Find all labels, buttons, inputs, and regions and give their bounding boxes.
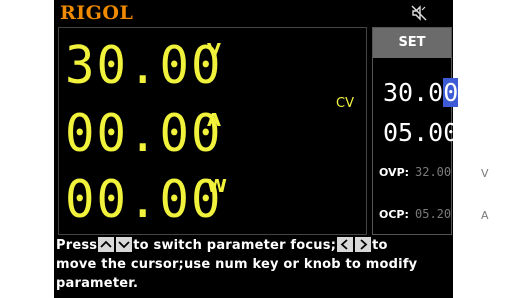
set-voltage-value: 30.0 [383, 78, 444, 107]
ocp-label: OCP: [379, 208, 409, 221]
power-supply-screen: RIGOL 30.00 V CV 00.00 A 00.00 W SET 30.… [54, 0, 489, 298]
help-line-3: parameter. [56, 276, 139, 291]
top-bar: RIGOL [54, 0, 453, 26]
help-line-2: move the cursor;use num key or knob to m… [56, 257, 418, 272]
ocp-unit: A [481, 209, 489, 222]
mode-indicator: CV [336, 96, 354, 111]
brand-logo: RIGOL [60, 2, 134, 24]
set-current-unit: A [475, 124, 486, 139]
current-reading: 00.00 [65, 103, 223, 164]
set-voltage-field[interactable]: 30.00 [383, 78, 459, 107]
help-to: to [372, 238, 388, 253]
mute-icon [410, 4, 428, 22]
voltage-reading: 30.00 [65, 35, 223, 96]
ovp-unit: V [481, 167, 489, 180]
measurement-panel: 30.00 V CV 00.00 A 00.00 W [58, 27, 367, 235]
set-panel: SET 30.00 V 05.00 A OVP: 32.00 V OCP: 05… [372, 27, 489, 235]
current-unit: A [207, 110, 221, 131]
power-reading: 00.00 [65, 169, 223, 230]
power-unit: W [207, 176, 227, 197]
set-header[interactable]: SET [373, 28, 451, 58]
set-voltage-unit: V [475, 84, 486, 99]
cursor-digit[interactable]: 0 [443, 78, 459, 107]
right-arrow-key-icon [355, 237, 372, 252]
set-current-field[interactable]: 05.00 [383, 120, 458, 145]
help-text: Press to switch parameter focus; to move t… [56, 236, 453, 293]
ocp-value[interactable]: 05.20 [415, 207, 451, 221]
voltage-unit: V [207, 40, 221, 61]
ovp-label: OVP: [379, 166, 410, 179]
ovp-value[interactable]: 32.00 [415, 165, 451, 179]
help-switch-focus: to switch parameter focus; [133, 238, 337, 253]
help-press: Press [56, 238, 98, 253]
down-arrow-key-icon [116, 237, 133, 252]
left-arrow-key-icon [337, 237, 354, 252]
up-arrow-key-icon [98, 237, 115, 252]
